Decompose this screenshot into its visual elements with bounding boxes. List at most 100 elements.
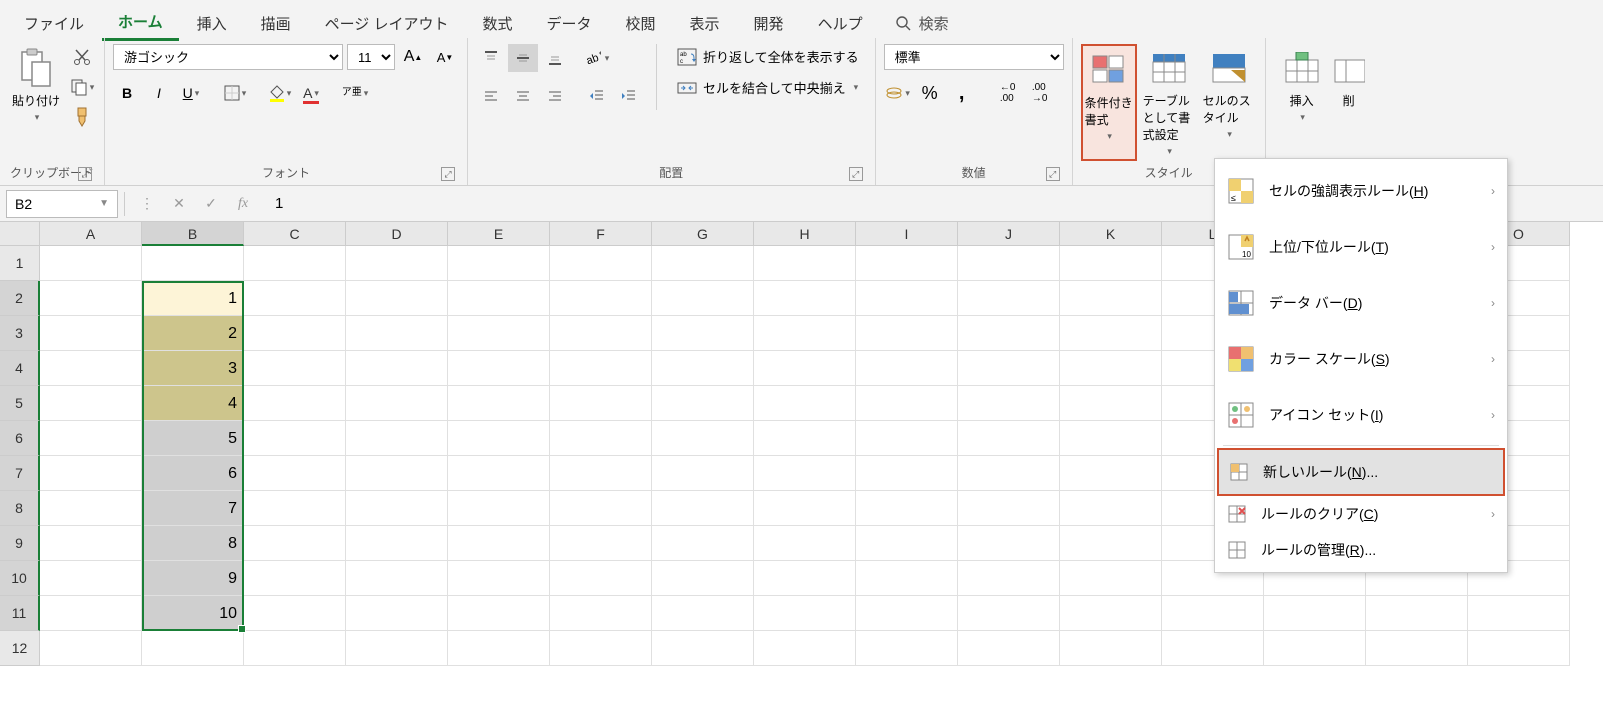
cell[interactable] <box>856 281 958 316</box>
cell[interactable] <box>652 421 754 456</box>
cell[interactable] <box>550 386 652 421</box>
row-header[interactable]: 11 <box>0 596 40 631</box>
cell[interactable] <box>958 421 1060 456</box>
cell[interactable] <box>244 596 346 631</box>
cell[interactable] <box>40 281 142 316</box>
cf-top-bottom-rules[interactable]: 10 上位/下位ルール(T) › <box>1215 219 1507 275</box>
cell[interactable] <box>652 246 754 281</box>
cell[interactable]: 1 <box>142 281 244 316</box>
align-middle-button[interactable] <box>508 44 538 72</box>
cell[interactable] <box>754 281 856 316</box>
orientation-button[interactable]: ab <box>582 44 612 72</box>
tab-formulas[interactable]: 数式 <box>466 7 528 40</box>
cell[interactable] <box>550 491 652 526</box>
row-header[interactable]: 10 <box>0 561 40 596</box>
cell[interactable] <box>346 421 448 456</box>
cell[interactable] <box>550 281 652 316</box>
cf-data-bars[interactable]: データ バー(D) › <box>1215 275 1507 331</box>
cell[interactable] <box>40 631 142 666</box>
cell[interactable] <box>346 631 448 666</box>
format-as-table-button[interactable]: テーブルとして書式設定 <box>1141 44 1197 161</box>
cell[interactable] <box>856 596 958 631</box>
column-header[interactable]: F <box>550 222 652 246</box>
font-size-select[interactable]: 11 <box>347 44 395 70</box>
font-color-button[interactable]: A <box>297 80 325 106</box>
cell[interactable] <box>550 561 652 596</box>
cf-highlight-rules[interactable]: ≤ セルの強調表示ルール(H) › <box>1215 163 1507 219</box>
tab-view[interactable]: 表示 <box>674 7 736 40</box>
cell[interactable] <box>754 386 856 421</box>
paste-dropdown-caret[interactable] <box>33 109 40 123</box>
cell[interactable] <box>346 281 448 316</box>
cell[interactable] <box>958 456 1060 491</box>
cell[interactable] <box>448 351 550 386</box>
cell[interactable] <box>244 246 346 281</box>
wrap-text-button[interactable]: abc 折り返して全体を表示する <box>669 44 867 69</box>
increase-decimal-button[interactable]: ←0.00 <box>994 80 1022 106</box>
cell[interactable] <box>550 316 652 351</box>
cell[interactable] <box>40 351 142 386</box>
cell[interactable] <box>40 316 142 351</box>
cell[interactable] <box>754 246 856 281</box>
cell[interactable] <box>448 561 550 596</box>
cell[interactable] <box>448 246 550 281</box>
cell[interactable] <box>1060 561 1162 596</box>
cell[interactable] <box>1060 351 1162 386</box>
percent-button[interactable]: % <box>916 80 944 106</box>
cell[interactable] <box>244 386 346 421</box>
alignment-launcher[interactable]: ⤢ <box>849 167 863 181</box>
cell[interactable] <box>244 526 346 561</box>
cell[interactable] <box>754 491 856 526</box>
row-header[interactable]: 2 <box>0 281 40 316</box>
clipboard-launcher[interactable]: ⤢ <box>78 167 92 181</box>
cell[interactable] <box>448 421 550 456</box>
increase-indent-button[interactable] <box>614 82 644 110</box>
bold-button[interactable]: B <box>113 80 141 106</box>
cell[interactable] <box>856 456 958 491</box>
cell[interactable] <box>1468 631 1570 666</box>
cell[interactable] <box>1060 316 1162 351</box>
cf-clear-rules[interactable]: ルールのクリア(C) › <box>1215 496 1507 532</box>
cell[interactable] <box>958 631 1060 666</box>
align-bottom-button[interactable] <box>540 44 570 72</box>
cf-manage-rules[interactable]: ルールの管理(R)... <box>1215 532 1507 568</box>
cell[interactable] <box>1060 386 1162 421</box>
expand-name-button[interactable]: ⋮ <box>133 190 161 218</box>
align-center-button[interactable] <box>508 82 538 110</box>
cell[interactable] <box>448 631 550 666</box>
cell[interactable] <box>550 526 652 561</box>
cf-new-rule[interactable]: 新しいルール(N)... <box>1217 448 1505 496</box>
cell[interactable] <box>856 491 958 526</box>
cell[interactable] <box>1060 456 1162 491</box>
merge-center-button[interactable]: セルを結合して中央揃え <box>669 75 867 100</box>
cell[interactable] <box>550 351 652 386</box>
cell[interactable] <box>40 456 142 491</box>
cut-button[interactable] <box>68 44 96 70</box>
cell[interactable] <box>856 631 958 666</box>
cell[interactable] <box>856 526 958 561</box>
cell[interactable] <box>958 491 1060 526</box>
cell[interactable] <box>1060 491 1162 526</box>
cell[interactable] <box>1060 631 1162 666</box>
cell[interactable] <box>754 421 856 456</box>
name-box[interactable]: B2▼ <box>6 190 118 218</box>
column-header[interactable]: G <box>652 222 754 246</box>
column-header[interactable]: E <box>448 222 550 246</box>
cell[interactable] <box>856 316 958 351</box>
cell[interactable] <box>448 386 550 421</box>
decrease-decimal-button[interactable]: .00→0 <box>1026 80 1054 106</box>
cell[interactable] <box>652 526 754 561</box>
cell[interactable] <box>958 596 1060 631</box>
copy-button[interactable] <box>68 74 96 100</box>
cell[interactable] <box>1060 526 1162 561</box>
cell[interactable] <box>346 561 448 596</box>
cancel-button[interactable]: ✕ <box>165 190 193 218</box>
cell[interactable] <box>550 596 652 631</box>
conditional-formatting-button[interactable]: 条件付き書式 <box>1081 44 1137 161</box>
phonetic-button[interactable]: ア亜 <box>341 80 369 106</box>
cell[interactable] <box>244 561 346 596</box>
decrease-indent-button[interactable] <box>582 82 612 110</box>
cell[interactable] <box>244 456 346 491</box>
cell[interactable] <box>142 631 244 666</box>
tab-data[interactable]: データ <box>531 7 608 40</box>
